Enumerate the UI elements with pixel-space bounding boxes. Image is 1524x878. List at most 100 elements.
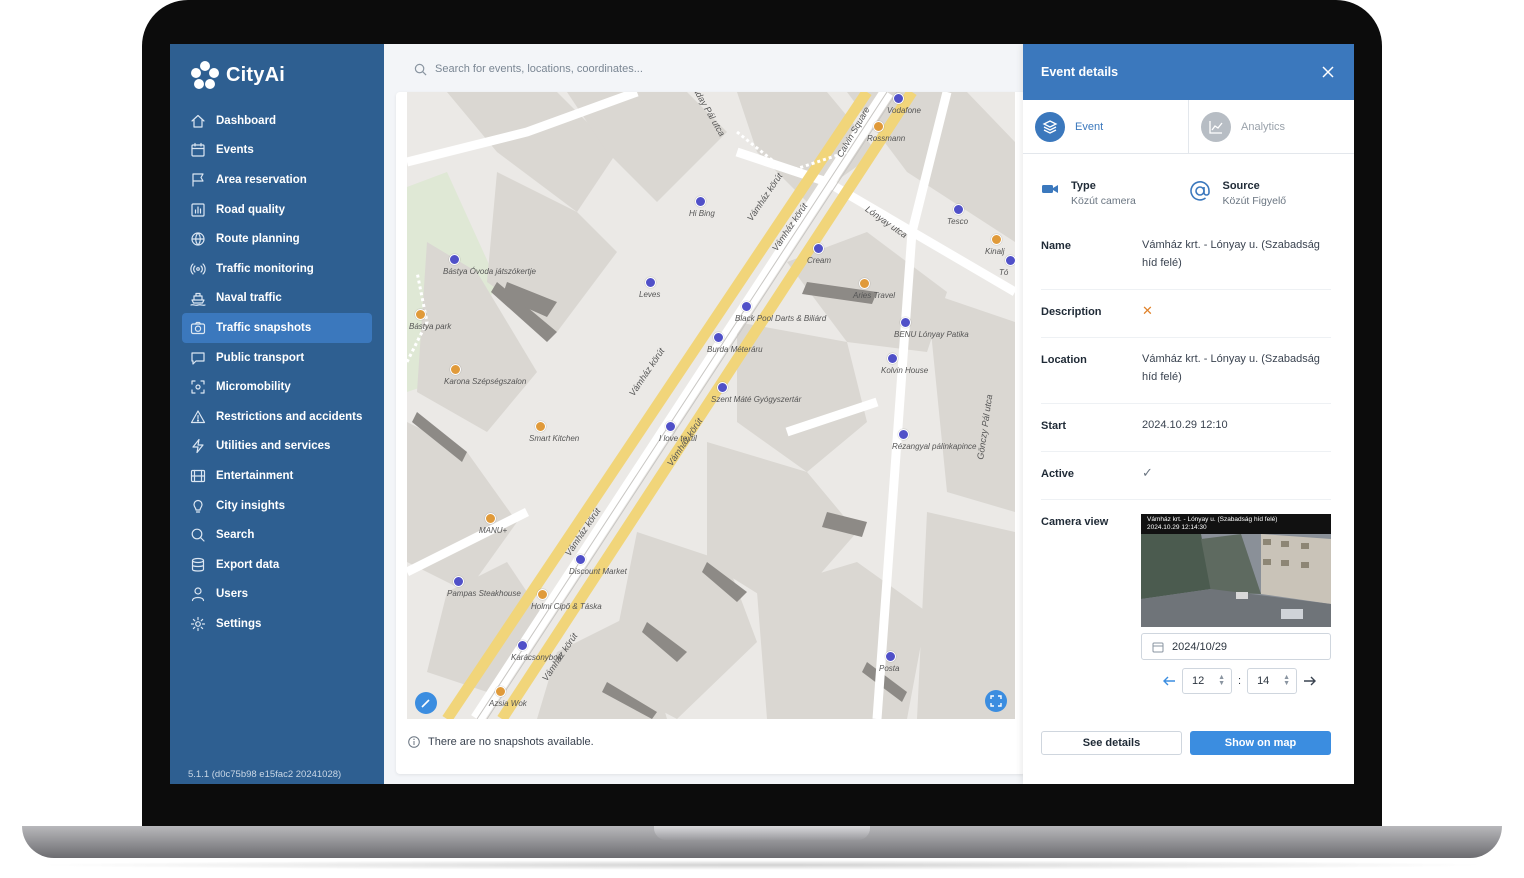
poi-marker-icon[interactable]: [485, 513, 496, 524]
minute-stepper[interactable]: 14 ▲ ▼: [1247, 668, 1298, 694]
gear-icon: [190, 616, 206, 631]
bolt-icon: [192, 439, 204, 454]
sidebar-item-traffic-snapshots[interactable]: Traffic snapshots: [182, 313, 372, 343]
laptop-notch: [654, 826, 870, 840]
sidebar-item-events[interactable]: Events: [182, 136, 372, 166]
layers-icon: [1035, 111, 1065, 142]
poi-marker-icon[interactable]: [495, 686, 506, 697]
pencil-icon: [421, 699, 430, 708]
poi-marker-icon[interactable]: [713, 332, 724, 343]
camera-view-image[interactable]: Vámház krt. - Lónyay u. (Szabadság híd f…: [1141, 514, 1331, 627]
poi-marker-icon[interactable]: [517, 640, 528, 651]
sidebar-item-settings[interactable]: Settings: [182, 609, 372, 639]
tab-analytics[interactable]: Analytics: [1188, 100, 1354, 153]
poi-marker-icon[interactable]: [537, 589, 548, 600]
hour-value: 12: [1192, 675, 1205, 687]
info-icon: [408, 736, 420, 748]
poi-marker-icon[interactable]: [717, 382, 728, 393]
event-details-panel: Event details Event Analytics Type Közút…: [1023, 44, 1354, 784]
poi-marker-icon[interactable]: [415, 309, 426, 320]
user-icon: [191, 587, 205, 602]
close-icon[interactable]: [1322, 66, 1334, 78]
ship-icon: [190, 293, 206, 307]
map-view[interactable]: Vámház körút Vámház körút Vámház körút Vámh…: [407, 92, 1015, 719]
poi-label: Holmi Cipő & Táska: [531, 602, 602, 611]
poi-label: Leves: [639, 290, 661, 299]
sidebar-item-dashboard[interactable]: Dashboard: [182, 106, 372, 136]
field-description-value: ✕: [1142, 303, 1153, 318]
sidebar-item-traffic-monitoring[interactable]: Traffic monitoring: [182, 254, 372, 284]
poi-label: Vodafone: [887, 106, 921, 115]
see-details-button[interactable]: See details: [1041, 731, 1182, 755]
fullscreen-button[interactable]: [985, 690, 1007, 712]
edit-map-button[interactable]: [415, 692, 437, 714]
poi-marker-icon[interactable]: [887, 353, 898, 364]
field-description-label: Description: [1041, 306, 1102, 318]
calendar-icon: [191, 143, 205, 157]
sidebar-item-export-data[interactable]: Export data: [182, 550, 372, 580]
poi-label: Bástya park: [409, 322, 452, 331]
sidebar-item-route-planning[interactable]: Route planning: [182, 224, 372, 254]
date-picker[interactable]: 2024/10/29: [1141, 633, 1331, 660]
poi-marker-icon[interactable]: [813, 243, 824, 254]
field-name-value: Vámház krt. - Lónyay u. (Szabadság híd f…: [1142, 239, 1320, 269]
poi-marker-icon[interactable]: [535, 421, 546, 432]
sidebar-item-naval-traffic[interactable]: Naval traffic: [182, 284, 372, 314]
camera-overlay-title: Vámház krt. - Lónyay u. (Szabadság híd f…: [1147, 516, 1278, 523]
sidebar-item-area-reservation[interactable]: Area reservation: [182, 165, 372, 195]
poi-marker-icon[interactable]: [859, 278, 870, 289]
search-input[interactable]: Search for events, locations, coordinate…: [435, 63, 643, 75]
poi-marker-icon[interactable]: [1005, 255, 1015, 266]
poi-marker-icon[interactable]: [741, 301, 752, 312]
logo[interactable]: CityAi: [190, 58, 285, 92]
poi-marker-icon[interactable]: [449, 254, 460, 265]
tab-event[interactable]: Event: [1023, 100, 1188, 153]
poi-marker-icon[interactable]: [893, 93, 904, 104]
poi-marker-icon[interactable]: [665, 421, 676, 432]
poi-marker-icon[interactable]: [885, 651, 896, 662]
poi-marker-icon[interactable]: [991, 234, 1002, 245]
poi-marker-icon[interactable]: [453, 576, 464, 587]
app-name: CityAi: [226, 63, 285, 86]
poi-label: Posta: [879, 664, 900, 673]
show-on-map-button[interactable]: Show on map: [1190, 731, 1331, 755]
poi-marker-icon[interactable]: [450, 364, 461, 375]
poi-marker-icon[interactable]: [645, 277, 656, 288]
sidebar-item-users[interactable]: Users: [182, 580, 372, 610]
sidebar-item-restrictions-and-accidents[interactable]: Restrictions and accidents: [182, 402, 372, 432]
sidebar-item-city-insights[interactable]: City insights: [182, 491, 372, 521]
sidebar-item-road-quality[interactable]: Road quality: [182, 195, 372, 225]
flag-icon: [192, 173, 204, 187]
sidebar-item-search[interactable]: Search: [182, 520, 372, 550]
main-content: Search for events, locations, coordinate…: [384, 44, 1026, 784]
database-icon: [191, 557, 205, 572]
laptop-frame: CityAi Dashboard Events Area reservation Ro…: [0, 0, 1524, 878]
tab-event-label: Event: [1075, 120, 1104, 133]
poi-label: Aries Travel: [853, 291, 896, 300]
sidebar-item-micromobility[interactable]: Micromobility: [182, 372, 372, 402]
sidebar-item-label: Users: [216, 588, 248, 601]
field-start-label: Start: [1041, 420, 1067, 432]
poi-marker-icon[interactable]: [898, 429, 909, 440]
message-icon: [191, 351, 205, 365]
arrow-left-icon[interactable]: [1162, 675, 1176, 687]
event-source: Source Közút Figyelő: [1189, 180, 1337, 224]
sidebar-item-entertainment[interactable]: Entertainment: [182, 461, 372, 491]
sidebar-item-label: Entertainment: [216, 469, 294, 482]
sidebar-item-public-transport[interactable]: Public transport: [182, 343, 372, 373]
poi-label: Black Pool Darts & Biliárd: [735, 314, 827, 323]
expand-icon: [990, 695, 1002, 707]
search-bar[interactable]: Search for events, locations, coordinate…: [396, 54, 1016, 84]
poi-marker-icon[interactable]: [900, 317, 911, 328]
poi-label: Rossmann: [867, 134, 906, 143]
poi-marker-icon[interactable]: [695, 196, 706, 207]
type-label: Type: [1071, 180, 1096, 192]
hour-stepper[interactable]: 12 ▲ ▼: [1182, 668, 1232, 694]
poi-marker-icon[interactable]: [873, 121, 884, 132]
lightbulb-icon: [193, 499, 203, 513]
sidebar-item-utilities-and-services[interactable]: Utilities and services: [182, 432, 372, 462]
poi-marker-icon[interactable]: [575, 554, 586, 565]
poi-marker-icon[interactable]: [953, 204, 964, 215]
sidebar-item-label: Search: [216, 529, 255, 542]
arrow-right-icon[interactable]: [1303, 675, 1317, 687]
